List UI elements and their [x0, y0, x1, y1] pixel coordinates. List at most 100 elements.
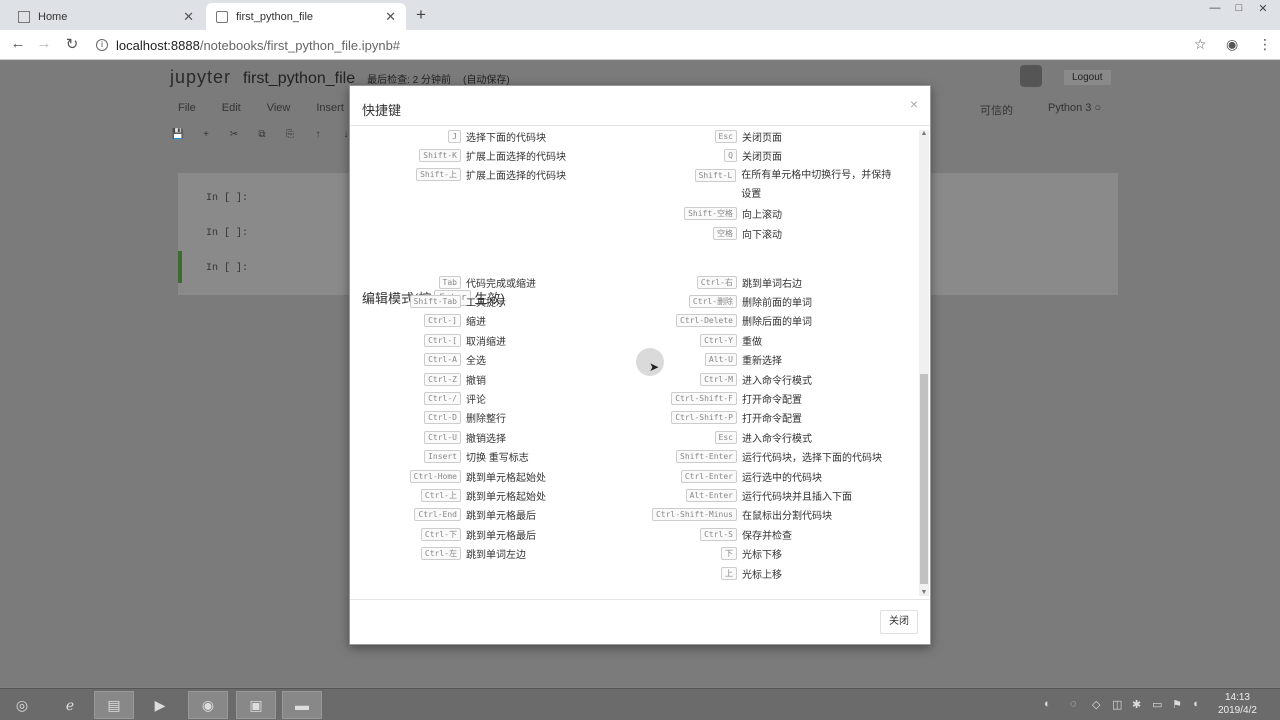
shortcut-description: 运行选中的代码块 — [742, 472, 822, 484]
shortcut-key: Shift-Tab — [409, 294, 461, 308]
shortcut-row: Shift-K 扩展上面选择的代码块 — [350, 146, 630, 164]
shortcut-key: Ctrl-] — [424, 314, 461, 328]
cut-icon[interactable]: ✂ — [224, 129, 244, 145]
notebook-name[interactable]: first_python_file — [243, 70, 355, 88]
shortcut-key-cell: Ctrl-[ — [350, 333, 466, 347]
scrollbar-thumb[interactable] — [920, 374, 928, 584]
close-icon[interactable]: × — [910, 96, 918, 112]
tab-first-python-file[interactable]: first_python_file ✕ — [206, 3, 406, 30]
volume-icon[interactable]: ◖ — [1192, 698, 1199, 710]
shortcut-key: Ctrl-Shift-P — [671, 411, 737, 425]
notebook-menubar: File Edit View Insert — [178, 102, 344, 114]
shortcut-key-cell: Ctrl-A — [350, 353, 466, 367]
browser-menu-icon[interactable]: ⋮ — [1258, 36, 1272, 53]
maximize-button[interactable]: □ — [1230, 2, 1248, 16]
shortcut-row: Shift-上 扩展上面选择的代码块 — [350, 166, 630, 184]
shortcut-row: Q 关闭页面 — [650, 146, 900, 164]
trusted-indicator[interactable]: 可信的 — [980, 102, 1013, 118]
shortcut-key: Ctrl-左 — [420, 547, 461, 561]
tray-monitor-icon[interactable]: ▭ — [1152, 698, 1162, 711]
ie-icon[interactable]: ℯ — [50, 691, 90, 719]
shortcut-key: Insert — [424, 450, 461, 464]
shortcut-key-cell: Ctrl-Home — [350, 469, 466, 483]
shortcut-description: 向下滚动 — [742, 229, 782, 241]
shortcut-key-cell: Ctrl-右 — [650, 275, 742, 289]
shortcut-key: Alt-U — [704, 353, 737, 367]
app-window-icon[interactable]: ▣ — [236, 691, 276, 719]
shortcut-key: Shift-L — [694, 168, 737, 182]
shortcut-key-cell: 下 — [650, 547, 742, 561]
folder-icon[interactable]: ▤ — [94, 691, 134, 719]
shortcut-key: Esc — [714, 430, 737, 444]
dialog-scrollbar[interactable]: ▲ ▼ — [919, 130, 929, 596]
save-icon[interactable]: 💾 — [168, 129, 188, 145]
shortcut-description: 评论 — [466, 394, 486, 406]
scroll-up-arrow-icon[interactable]: ▲ — [919, 130, 929, 137]
taskbar: ◎ ℯ ▤ ▶ ◉ ▣ ▬ ◐ ◌ ◇ ◫ ✱ ▭ ⚑ ◖ 14:13 2019… — [0, 688, 1280, 720]
start-button-icon[interactable]: ◎ — [2, 691, 42, 719]
url-field[interactable]: i localhost:8888 /notebooks/first_python… — [96, 34, 1176, 56]
shortcut-row: Ctrl-End 跳到单元格最后 — [350, 506, 630, 524]
shortcut-key: Q — [724, 148, 737, 162]
account-icon[interactable]: ◉ — [1226, 36, 1238, 53]
shortcut-row: Ctrl-Home 跳到单元格起始处 — [350, 467, 630, 485]
close-window-button[interactable]: ✕ — [1254, 2, 1272, 16]
copy-icon[interactable]: ⧉ — [252, 129, 272, 145]
shortcut-key: Ctrl-Z — [424, 372, 461, 386]
tray-shield-icon[interactable]: ◇ — [1092, 698, 1100, 711]
shortcut-description: 在所有单元格中切换行号，并保持设置 — [741, 169, 892, 200]
system-clock[interactable]: 14:13 2019/4/2 — [1218, 691, 1257, 717]
tab-close-icon[interactable]: ✕ — [183, 9, 194, 25]
tab-close-icon[interactable]: ✕ — [385, 9, 396, 25]
shortcut-key: Shift-上 — [416, 168, 461, 182]
menu-insert[interactable]: Insert — [316, 102, 344, 114]
logout-button[interactable]: Logout — [1064, 70, 1111, 85]
menu-view[interactable]: View — [267, 102, 291, 114]
tray-flag-icon[interactable]: ⚑ — [1172, 698, 1182, 711]
insert-cell-icon[interactable]: + — [196, 129, 216, 145]
python-logo-icon — [1020, 65, 1042, 87]
forward-button[interactable]: → — [34, 35, 54, 52]
tray-network-icon[interactable]: ◫ — [1112, 698, 1122, 711]
shortcut-key-cell: Ctrl-U — [350, 430, 466, 444]
clock-date: 2019/4/2 — [1218, 705, 1257, 716]
shortcut-key: Ctrl-上 — [420, 488, 461, 502]
shortcut-description: 全选 — [466, 356, 486, 368]
menu-edit[interactable]: Edit — [222, 102, 241, 114]
close-button[interactable]: 关闭 — [880, 610, 918, 634]
menu-file[interactable]: File — [178, 102, 196, 114]
paste-icon[interactable]: ⎘ — [280, 129, 300, 145]
dialog-body: 编辑模式(按 Enter 生效) J选择下面的代码块Shift-K扩展上面选择的… — [350, 127, 918, 599]
shortcut-key: Ctrl-/ — [424, 391, 461, 405]
shortcut-key: Ctrl-Y — [700, 333, 737, 347]
scroll-down-arrow-icon[interactable]: ▼ — [919, 589, 929, 596]
shortcut-key-cell: Tab — [350, 275, 466, 289]
shortcut-key-cell: Ctrl-删除 — [650, 294, 742, 308]
bookmark-star-icon[interactable]: ☆ — [1194, 36, 1207, 53]
shortcut-description: 取消缩进 — [466, 336, 506, 348]
new-tab-button[interactable]: + — [416, 5, 426, 25]
info-icon[interactable]: i — [96, 39, 108, 51]
shortcut-key-cell: 上 — [650, 566, 742, 580]
shortcut-row: Ctrl-A 全选 — [350, 351, 630, 369]
tray-app-icon[interactable]: ◐ — [1044, 698, 1051, 710]
minimize-button[interactable]: — — [1206, 2, 1224, 16]
notebook-icon — [216, 10, 228, 23]
move-up-icon[interactable]: ↑ — [308, 129, 328, 145]
reload-button[interactable]: ↻ — [62, 35, 82, 53]
shortcut-key-cell: Ctrl-M — [650, 372, 742, 386]
shortcut-key-cell: Ctrl-Shift-Minus — [650, 508, 742, 522]
shortcut-row: Ctrl-Z 撤销 — [350, 370, 630, 388]
back-button[interactable]: ← — [8, 35, 28, 52]
shortcut-row: Alt-Enter 运行代码块并且插入下面 — [650, 486, 900, 504]
chrome-icon[interactable]: ◉ — [188, 691, 228, 719]
tray-sync-icon[interactable]: ◌ — [1070, 698, 1077, 710]
url-host: localhost:8888 — [116, 37, 200, 53]
terminal-icon[interactable]: ▬ — [282, 691, 322, 719]
shortcut-key-cell: Ctrl-Y — [650, 333, 742, 347]
bluetooth-icon[interactable]: ✱ — [1132, 698, 1141, 711]
jupyter-logo[interactable]: jupyter — [170, 67, 231, 88]
media-player-icon[interactable]: ▶ — [140, 691, 180, 719]
tab-home[interactable]: Home ✕ — [8, 3, 204, 30]
shortcut-row: Tab 代码完成或缩进 — [350, 273, 630, 291]
